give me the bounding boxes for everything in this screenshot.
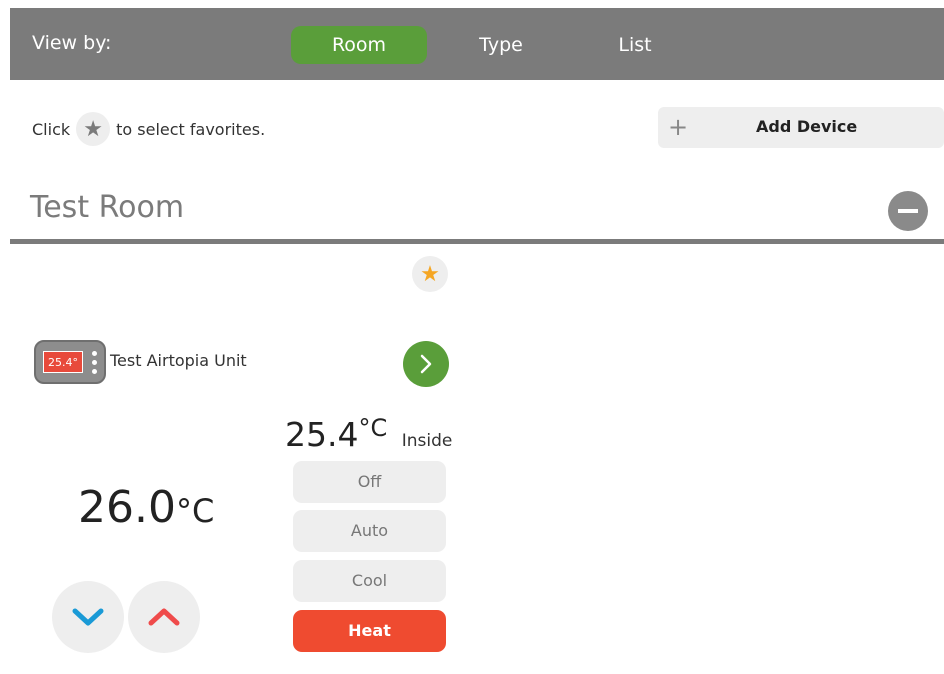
star-icon: ★ (76, 112, 111, 146)
tab-list[interactable]: List (590, 26, 680, 64)
inside-temperature: 25.4°C Inside (285, 414, 452, 454)
collapse-room-button[interactable] (888, 191, 928, 231)
chevron-up-icon (148, 608, 180, 626)
favorites-hint: Click ★ to select favorites. (32, 112, 265, 146)
increase-setpoint-button[interactable] (128, 581, 200, 653)
room-title: Test Room (30, 190, 185, 225)
thermostat-icon-display: 25.4° (43, 351, 83, 373)
chevron-right-icon (420, 354, 432, 374)
add-device-label: Add Device (756, 117, 858, 136)
hint-text-before: Click (32, 119, 71, 139)
tab-room[interactable]: Room (291, 26, 427, 64)
mode-cool-button[interactable]: Cool (293, 560, 446, 602)
thermostat-icon-dot (92, 351, 97, 356)
tab-type[interactable]: Type (456, 26, 546, 64)
plus-icon: + (668, 113, 689, 141)
inside-label: Inside (401, 431, 453, 451)
room-divider (10, 239, 944, 244)
setpoint-value: 26.0 (78, 482, 176, 533)
favorite-toggle[interactable]: ★ (412, 256, 448, 292)
device-name: Test Airtopia Unit (110, 351, 247, 370)
setpoint-temperature: 26.0°C (78, 482, 214, 533)
add-device-button[interactable]: + Add Device (658, 107, 944, 148)
thermostat-icon-dot (92, 369, 97, 374)
thermostat-icon: 25.4° (34, 340, 106, 384)
mode-off-button[interactable]: Off (293, 461, 446, 503)
inside-temp-unit: °C (358, 414, 388, 442)
mode-heat-button[interactable]: Heat (293, 610, 446, 652)
star-icon: ★ (420, 261, 440, 287)
hint-text-after: to select favorites. (116, 119, 266, 139)
chevron-down-icon (72, 608, 104, 626)
view-by-label: View by: (32, 32, 112, 54)
setpoint-unit: °C (175, 492, 215, 530)
inside-temp-value: 25.4 (285, 415, 359, 454)
mode-auto-button[interactable]: Auto (293, 510, 446, 552)
device-details-button[interactable] (403, 341, 449, 387)
thermostat-icon-dot (92, 360, 97, 365)
decrease-setpoint-button[interactable] (52, 581, 124, 653)
view-by-bar: View by: Room Type List (10, 8, 944, 80)
